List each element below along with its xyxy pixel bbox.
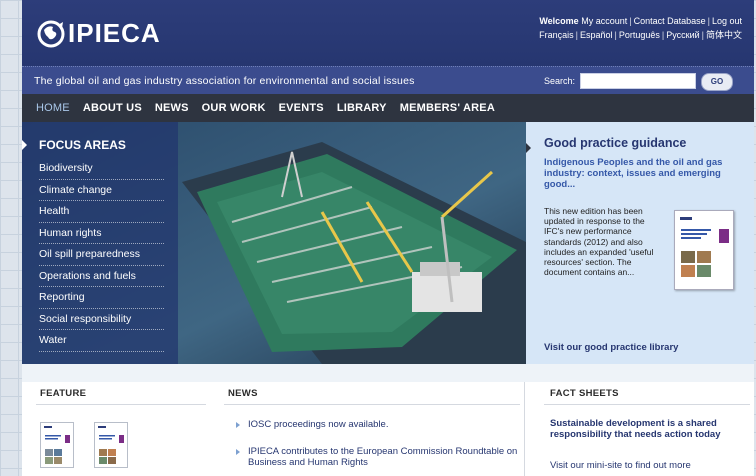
good-practice-body: This new edition has been updated in res… <box>544 206 654 278</box>
focus-areas-panel: FOCUS AREAS Biodiversity Climate change … <box>22 122 178 364</box>
page: IPIECA Welcome My account | Contact Databa… <box>22 0 754 476</box>
lang-chinese-link[interactable]: 简体中文 <box>706 30 742 40</box>
feature-thumbnail-1[interactable] <box>40 422 74 468</box>
good-practice-library-link[interactable]: Visit our good practice library <box>544 342 678 353</box>
good-practice-subtitle-link[interactable]: Indigenous Peoples and the oil and gas i… <box>544 157 744 190</box>
lang-french-link[interactable]: Français <box>539 30 574 40</box>
tagline-bar: The global oil and gas industry associat… <box>22 66 754 95</box>
log-out-link[interactable]: Log out <box>712 16 742 26</box>
logo-text: IPIECA <box>68 18 161 48</box>
contact-database-link[interactable]: Contact Database <box>634 16 706 26</box>
news-heading: NEWS <box>228 388 258 399</box>
focus-item-operations-fuels[interactable]: Operations and fuels <box>39 266 164 287</box>
focus-item-biodiversity[interactable]: Biodiversity <box>39 158 164 180</box>
search-input[interactable] <box>580 73 696 89</box>
focus-item-health[interactable]: Health <box>39 201 164 223</box>
fact-sheet-text[interactable]: Sustainable development is a shared resp… <box>550 418 750 440</box>
nav-news[interactable]: NEWS <box>155 102 189 114</box>
site-header: IPIECA Welcome My account | Contact Databa… <box>22 0 754 66</box>
focus-areas-title: FOCUS AREAS <box>39 138 126 152</box>
account-links: Welcome My account | Contact Database | Log … <box>539 16 742 40</box>
news-item-2[interactable]: IPIECA contributes to the European Commi… <box>248 446 518 468</box>
focus-item-water[interactable]: Water <box>39 330 164 352</box>
feature-cover-icon <box>44 426 70 464</box>
nav-home[interactable]: HOME <box>36 102 70 114</box>
focus-item-human-rights[interactable]: Human rights <box>39 223 164 244</box>
feature-cover-icon <box>98 426 124 464</box>
good-practice-panel: Good practice guidance Indigenous People… <box>526 122 754 364</box>
nav-our-work[interactable]: OUR WORK <box>202 102 266 114</box>
news-bullet-icon <box>236 422 240 428</box>
focus-item-climate-change[interactable]: Climate change <box>39 180 164 201</box>
news-rule <box>224 404 520 405</box>
gp-marker-icon <box>526 143 531 153</box>
fact-sheet-minisite-link[interactable]: Visit our mini-site to find out more <box>550 460 691 471</box>
feature-thumbnail-2[interactable] <box>94 422 128 468</box>
focus-item-social-responsibility[interactable]: Social responsibility <box>39 309 164 330</box>
my-account-link[interactable]: My account <box>581 16 627 26</box>
lang-spanish-link[interactable]: Español <box>580 30 613 40</box>
tagline: The global oil and gas industry associat… <box>34 75 415 87</box>
nav-library[interactable]: LIBRARY <box>337 102 387 114</box>
book-cover-icon <box>680 217 729 277</box>
hero-banner: FOCUS AREAS Biodiversity Climate change … <box>22 122 526 364</box>
ipieca-logo[interactable]: IPIECA <box>36 18 161 49</box>
focus-item-oil-spill[interactable]: Oil spill preparedness <box>39 244 164 266</box>
column-divider <box>524 382 525 476</box>
search-go-button[interactable]: GO <box>701 73 733 91</box>
lang-portuguese-link[interactable]: Português <box>619 30 660 40</box>
focus-item-reporting[interactable]: Reporting <box>39 287 164 309</box>
facts-rule <box>544 404 750 405</box>
news-bullet-icon <box>236 449 240 455</box>
news-item-1[interactable]: IOSC proceedings now available. <box>248 419 518 430</box>
globe-icon <box>37 20 65 47</box>
search-label: Search: <box>544 76 576 86</box>
publication-cover-image[interactable] <box>674 210 734 290</box>
nav-members-area[interactable]: MEMBERS' AREA <box>400 102 495 114</box>
welcome-label: Welcome <box>539 16 579 26</box>
nav-about-us[interactable]: ABOUT US <box>83 102 142 114</box>
good-practice-title: Good practice guidance <box>544 136 687 150</box>
feature-heading: FEATURE <box>40 388 87 399</box>
fact-sheets-heading: FACT SHEETS <box>550 388 619 399</box>
main-nav: HOME ABOUT US NEWS OUR WORK EVENTS LIBRA… <box>22 94 754 122</box>
nav-events[interactable]: EVENTS <box>279 102 324 114</box>
divider-strip <box>22 364 754 382</box>
feature-rule <box>36 404 206 405</box>
lang-russian-link[interactable]: Русский <box>666 30 699 40</box>
focus-marker-icon <box>22 140 27 150</box>
